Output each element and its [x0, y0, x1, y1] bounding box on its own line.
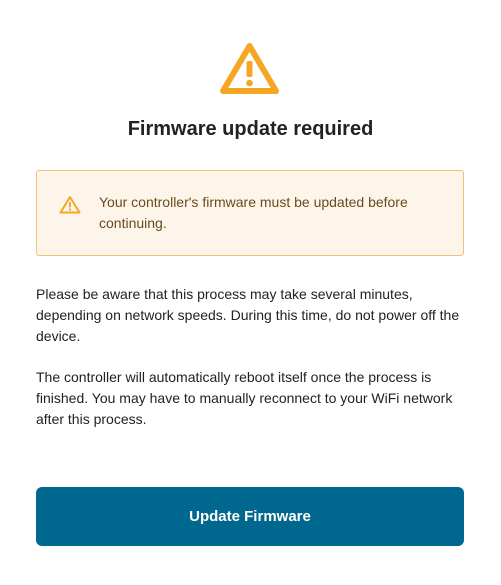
update-firmware-button[interactable]: Update Firmware [36, 487, 464, 546]
warning-icon [59, 196, 81, 214]
firmware-update-dialog: Firmware update required Your controller… [0, 0, 501, 585]
page-title: Firmware update required [127, 118, 374, 140]
alert-message: Your controller's firmware must be updat… [99, 194, 408, 231]
info-paragraph: Please be aware that this process may ta… [36, 286, 460, 344]
warning-icon [220, 43, 279, 94]
info-paragraph: The controller will automatically reboot… [36, 369, 453, 427]
warning-alert: Your controller's firmware must be updat… [36, 170, 464, 256]
